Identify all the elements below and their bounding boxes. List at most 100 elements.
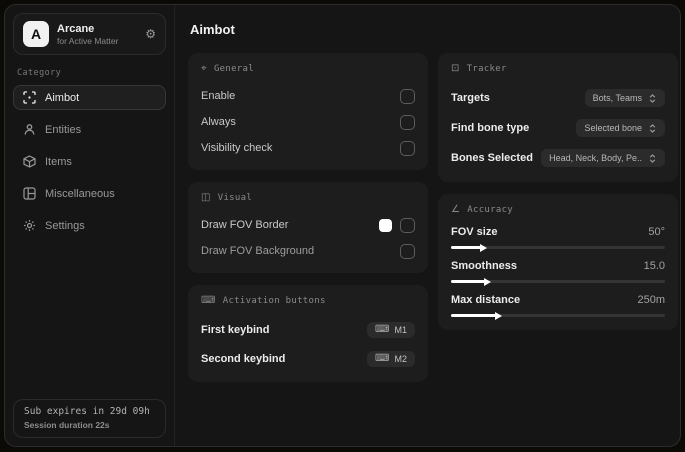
angle-section-icon: ∠ xyxy=(451,204,461,215)
sidebar: A Arcane for Active Matter ⚙ Category Ai… xyxy=(5,5,175,446)
visual-card: ◫ Visual Draw FOV Border Draw FOV Backgr… xyxy=(188,182,428,273)
setting-row-draw-fov-background: Draw FOV Background xyxy=(201,240,415,262)
setting-row-visibility-check: Visibility check xyxy=(201,137,415,159)
brand-card: A Arcane for Active Matter ⚙ xyxy=(13,13,166,55)
setting-row-enable: Enable xyxy=(201,85,415,107)
setting-label: Enable xyxy=(201,90,236,102)
slider-value: 15.0 xyxy=(643,260,665,272)
category-nav: Aimbot Entities Items Miscellaneous Sett… xyxy=(13,85,166,238)
dropdown-value: Head, Neck, Body, Pe.. xyxy=(549,153,642,163)
sidebar-item-items[interactable]: Items xyxy=(13,149,166,174)
subscription-info-card: Sub expires in 29d 09h Session duration … xyxy=(13,399,166,438)
section-title: Visual xyxy=(217,193,253,203)
sidebar-item-label: Items xyxy=(45,155,72,168)
settings-gear-icon[interactable]: ⚙ xyxy=(145,28,156,40)
section-title: Activation buttons xyxy=(222,296,326,306)
sidebar-item-settings[interactable]: Settings xyxy=(13,213,166,238)
accuracy-card: ∠ Accuracy FOV size 50° Smoothness 15.0 … xyxy=(438,194,678,330)
setting-label: Draw FOV Background xyxy=(201,245,315,257)
find-bone-type-dropdown[interactable]: Selected bone xyxy=(576,119,665,137)
keyboard-icon: ⌨ xyxy=(375,352,390,364)
layout-icon xyxy=(23,187,36,200)
setting-label: FOV size xyxy=(451,226,498,238)
sub-expires-text: Sub expires in 29d 09h xyxy=(24,406,150,417)
draw-fov-background-checkbox[interactable] xyxy=(400,243,415,259)
sidebar-item-label: Aimbot xyxy=(45,91,80,104)
setting-row-always: Always xyxy=(201,111,415,133)
setting-row-first-keybind: First keybind ⌨ M1 xyxy=(201,317,415,342)
draw-fov-border-checkbox[interactable] xyxy=(400,217,415,233)
crosshair-icon xyxy=(23,91,36,104)
tracker-header: ⊡ Tracker xyxy=(451,63,665,75)
section-title: Accuracy xyxy=(467,205,514,215)
max-distance-slider[interactable] xyxy=(451,311,665,320)
fov-size-slider[interactable] xyxy=(451,243,665,252)
general-card: ⌖ General Enable Always Visibility check xyxy=(188,53,428,170)
expand-icon xyxy=(648,123,657,133)
slider-value: 50° xyxy=(648,226,665,238)
setting-label: Targets xyxy=(451,92,490,104)
general-header: ⌖ General xyxy=(201,63,415,75)
setting-label: Smoothness xyxy=(451,260,518,272)
smoothness-slider[interactable] xyxy=(451,277,665,286)
setting-label: Always xyxy=(201,116,236,128)
setting-label: Second keybind xyxy=(201,352,286,365)
setting-row-bones-selected: Bones Selected Head, Neck, Body, Pe.. xyxy=(451,145,665,171)
keyboard-icon: ⌨ xyxy=(375,323,390,335)
category-label: Category xyxy=(17,68,62,78)
visual-section-icon: ◫ xyxy=(201,192,211,203)
app-logo: A xyxy=(23,21,49,47)
app-name: Arcane xyxy=(57,22,95,35)
enable-checkbox[interactable] xyxy=(400,88,415,104)
expand-icon xyxy=(648,153,657,163)
columns: ⌖ General Enable Always Visibility check xyxy=(188,53,678,382)
setting-row-second-keybind: Second keybind ⌨ M2 xyxy=(201,346,415,371)
session-duration-text: Session duration 22s xyxy=(24,420,110,430)
keybind-value: M1 xyxy=(394,324,407,335)
keybind-value: M2 xyxy=(394,353,407,364)
page-title: Aimbot xyxy=(190,22,235,37)
app-subtitle: for Active Matter xyxy=(57,35,119,46)
slider-value: 250m xyxy=(637,294,665,306)
slider-fill xyxy=(451,243,487,252)
activation-buttons-card: ⌨ Activation buttons First keybind ⌨ M1 … xyxy=(188,285,428,382)
brand-text: Arcane for Active Matter xyxy=(57,23,118,46)
main-content: Aimbot ⌖ General Enable Always Visibilit… xyxy=(175,5,680,446)
sidebar-item-aimbot[interactable]: Aimbot xyxy=(13,85,166,110)
visibility-check-checkbox[interactable] xyxy=(400,140,415,156)
expand-icon xyxy=(648,93,657,103)
slider-thumb[interactable] xyxy=(479,243,487,252)
setting-label: Visibility check xyxy=(201,142,273,154)
always-checkbox[interactable] xyxy=(400,114,415,130)
activation-header: ⌨ Activation buttons xyxy=(201,296,415,307)
fov-border-controls xyxy=(379,217,415,233)
sidebar-item-label: Entities xyxy=(45,123,82,136)
setting-label: Bones Selected xyxy=(451,152,533,164)
setting-label: Find bone type xyxy=(451,122,530,134)
fov-border-color-swatch[interactable] xyxy=(379,218,392,232)
setting-label: Draw FOV Border xyxy=(201,219,289,231)
accuracy-header: ∠ Accuracy xyxy=(451,204,665,216)
tracker-card: ⊡ Tracker Targets Bots, Teams Find bone … xyxy=(438,53,678,182)
second-keybind-button[interactable]: ⌨ M2 xyxy=(367,350,415,367)
section-title: Tracker xyxy=(466,64,507,74)
left-column: ⌖ General Enable Always Visibility check xyxy=(188,53,428,382)
sidebar-item-miscellaneous[interactable]: Miscellaneous xyxy=(13,181,166,206)
bones-selected-dropdown[interactable]: Head, Neck, Body, Pe.. xyxy=(541,149,665,167)
crosshair-section-icon: ⌖ xyxy=(201,63,207,74)
sidebar-item-entities[interactable]: Entities xyxy=(13,117,166,142)
fov-size-setting: FOV size 50° xyxy=(451,226,665,252)
right-column: ⊡ Tracker Targets Bots, Teams Find bone … xyxy=(438,53,678,330)
targets-dropdown[interactable]: Bots, Teams xyxy=(584,89,665,107)
setting-label: Max distance xyxy=(451,294,521,306)
slider-fill xyxy=(451,311,502,320)
gear-icon xyxy=(23,219,36,232)
slider-thumb[interactable] xyxy=(484,277,492,286)
first-keybind-button[interactable]: ⌨ M1 xyxy=(367,321,415,338)
slider-thumb[interactable] xyxy=(494,311,502,320)
smoothness-setting: Smoothness 15.0 xyxy=(451,260,665,286)
setting-row-targets: Targets Bots, Teams xyxy=(451,85,665,111)
cheat-menu-window: A Arcane for Active Matter ⚙ Category Ai… xyxy=(4,4,681,447)
tracker-section-icon: ⊡ xyxy=(451,63,460,74)
dropdown-value: Bots, Teams xyxy=(592,93,642,103)
